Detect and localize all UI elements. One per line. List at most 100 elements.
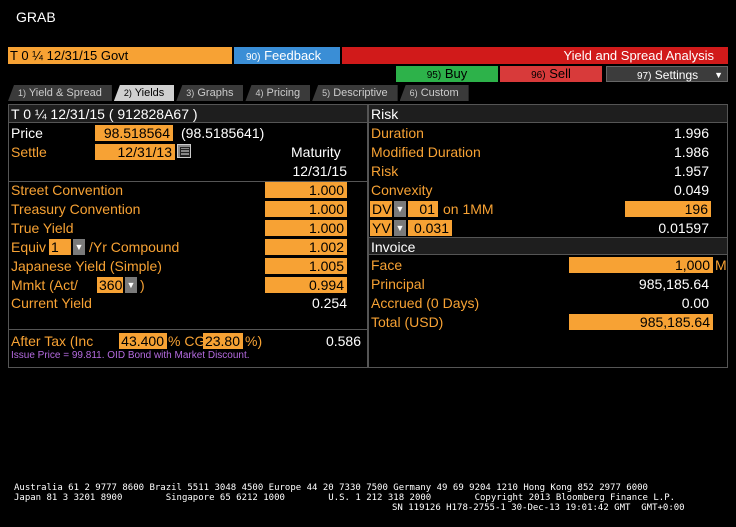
after-tax-pct-label: %): [245, 333, 263, 349]
yv-value: 0.01597: [658, 220, 709, 236]
settings-label: Settings: [654, 68, 699, 82]
dv-on-label: on 1MM: [443, 201, 494, 217]
chevron-down-icon[interactable]: ▼: [125, 277, 137, 293]
sell-button[interactable]: 96) Sell: [500, 66, 602, 82]
chevron-down-icon[interactable]: ▼: [73, 239, 85, 255]
feedback-label: Feedback: [264, 48, 322, 63]
after-tax-value: 0.586: [325, 333, 361, 349]
feedback-key: 90): [246, 52, 261, 63]
current-yield-value: 0.254: [311, 295, 347, 311]
dv-select[interactable]: DV: [370, 201, 392, 217]
mmkt-basis-select[interactable]: 360: [97, 277, 123, 293]
security-ticker-box[interactable]: T 0 ¼ 12/31/15 Govt: [8, 47, 232, 64]
total-value: 985,185.64: [569, 314, 713, 330]
tab-descriptive[interactable]: 5) Descriptive: [312, 85, 398, 101]
duration-value: 1.996: [673, 125, 709, 141]
yv-select[interactable]: YV: [370, 220, 392, 236]
japanese-yield-input[interactable]: 1.005: [265, 258, 347, 274]
settings-key: 97): [637, 71, 652, 82]
sell-label: Sell: [549, 66, 571, 81]
accrued-label: Accrued (0 Days): [371, 295, 480, 311]
maturity-value: 12/31/15: [292, 163, 348, 179]
footer-contacts-line1: Australia 61 2 9777 8600 Brazil 5511 304…: [14, 483, 648, 493]
modified-duration-label: Modified Duration: [371, 144, 481, 160]
sell-key: 96): [531, 70, 546, 81]
modified-duration-value: 1.986: [673, 144, 709, 160]
tab-key: 4): [255, 88, 264, 98]
tab-label: Pricing: [266, 87, 301, 99]
risk-header: Risk: [369, 105, 727, 123]
tab-graphs[interactable]: 3) Graphs: [176, 85, 244, 101]
price-label: Price: [11, 125, 43, 141]
treasury-convention-label: Treasury Convention: [11, 201, 141, 217]
japanese-yield-label: Japanese Yield (Simple): [11, 258, 162, 274]
true-yield-input[interactable]: 1.000: [265, 220, 347, 236]
invoice-header: Invoice: [369, 237, 727, 255]
treasury-convention-input[interactable]: 1.000: [265, 201, 347, 217]
convexity-value: 0.049: [673, 182, 709, 198]
footer-serial-line: SN 119126 H178-2755-1 30-Dec-13 19:01:42…: [392, 503, 685, 513]
feedback-button[interactable]: 90) Feedback: [234, 47, 340, 64]
buy-key: 95): [426, 70, 442, 81]
chevron-down-icon[interactable]: ▼: [394, 201, 406, 217]
chevron-down-icon[interactable]: ▼: [394, 220, 406, 236]
tab-label: Descriptive: [333, 87, 388, 99]
after-tax-income-input[interactable]: 43.400: [119, 333, 167, 349]
tab-label: Yields: [134, 87, 165, 99]
buy-label: Buy: [444, 66, 468, 81]
risk-invoice-panel: Risk Duration 1.996 Modified Duration 1.…: [368, 104, 728, 368]
tab-yields[interactable]: 2) Yields: [113, 85, 175, 101]
yields-panel: T 0 ¼ 12/31/15 ( 912828A67 ) Price 98.51…: [8, 104, 368, 368]
issue-price-note: Issue Price = 99.811. OID Bond with Mark…: [11, 350, 250, 361]
equiv-frequency-select[interactable]: 1: [49, 239, 71, 255]
tab-label: Graphs: [197, 87, 234, 99]
principal-label: Principal: [371, 276, 425, 292]
risk-value: 1.957: [673, 163, 709, 179]
after-tax-label: After Tax (Inc: [11, 333, 94, 349]
dv-value[interactable]: 196: [625, 201, 711, 217]
settle-label: Settle: [11, 144, 47, 160]
tab-yield-spread[interactable]: 1) Yield & Spread: [8, 85, 112, 101]
tab-key: 3): [186, 88, 195, 98]
tab-custom[interactable]: 6) Custom: [399, 85, 469, 101]
true-yield-label: True Yield: [11, 220, 74, 236]
duration-label: Duration: [371, 125, 424, 141]
equiv-yield-input[interactable]: 1.002: [265, 239, 347, 255]
price-full-value: (98.5185641): [181, 125, 265, 141]
calendar-icon[interactable]: [177, 144, 191, 158]
face-label: Face: [371, 257, 403, 273]
analysis-title-bar: Yield and Spread Analysis: [342, 47, 728, 64]
mmkt-yield-input[interactable]: 0.994: [265, 277, 347, 293]
security-header: T 0 ¼ 12/31/15 ( 912828A67 ): [9, 105, 367, 123]
street-convention-input[interactable]: 1.000: [265, 182, 347, 198]
tab-label: Custom: [420, 87, 459, 99]
mmkt-close-paren: ): [140, 277, 145, 293]
window-title: GRAB: [16, 9, 56, 25]
tab-key: 5): [322, 88, 331, 98]
buy-button[interactable]: 95) Buy: [396, 66, 498, 82]
street-convention-label: Street Convention: [11, 182, 124, 198]
price-input[interactable]: 98.518564: [95, 125, 173, 141]
accrued-value: 0.00: [681, 295, 709, 311]
tab-bar: 1) Yield & Spread 2) Yields 3) Graphs 4)…: [8, 85, 471, 101]
settings-button[interactable]: 97) Settings ▼: [606, 66, 728, 82]
current-yield-label: Current Yield: [11, 295, 92, 311]
yv-input[interactable]: 0.031: [408, 220, 452, 236]
after-tax-cg-label: % CG: [168, 333, 206, 349]
mmkt-label: Mmkt (Act/: [11, 277, 78, 293]
maturity-label: Maturity: [291, 144, 341, 160]
divider: [9, 329, 367, 330]
equiv-suffix-label: /Yr Compound: [89, 239, 180, 255]
dv-amount-input[interactable]: 01: [408, 201, 438, 217]
convexity-label: Convexity: [371, 182, 433, 198]
total-label: Total (USD): [371, 314, 444, 330]
tab-key: 1): [18, 88, 27, 98]
settle-date-input[interactable]: 12/31/13: [95, 144, 175, 160]
tab-key: 2): [123, 88, 132, 98]
risk-label: Risk: [371, 163, 399, 179]
after-tax-cg-input[interactable]: 23.80: [203, 333, 243, 349]
face-input[interactable]: 1,000: [569, 257, 713, 273]
tab-key: 6): [409, 88, 418, 98]
tab-pricing[interactable]: 4) Pricing: [245, 85, 311, 101]
tab-label: Yield & Spread: [28, 87, 102, 99]
